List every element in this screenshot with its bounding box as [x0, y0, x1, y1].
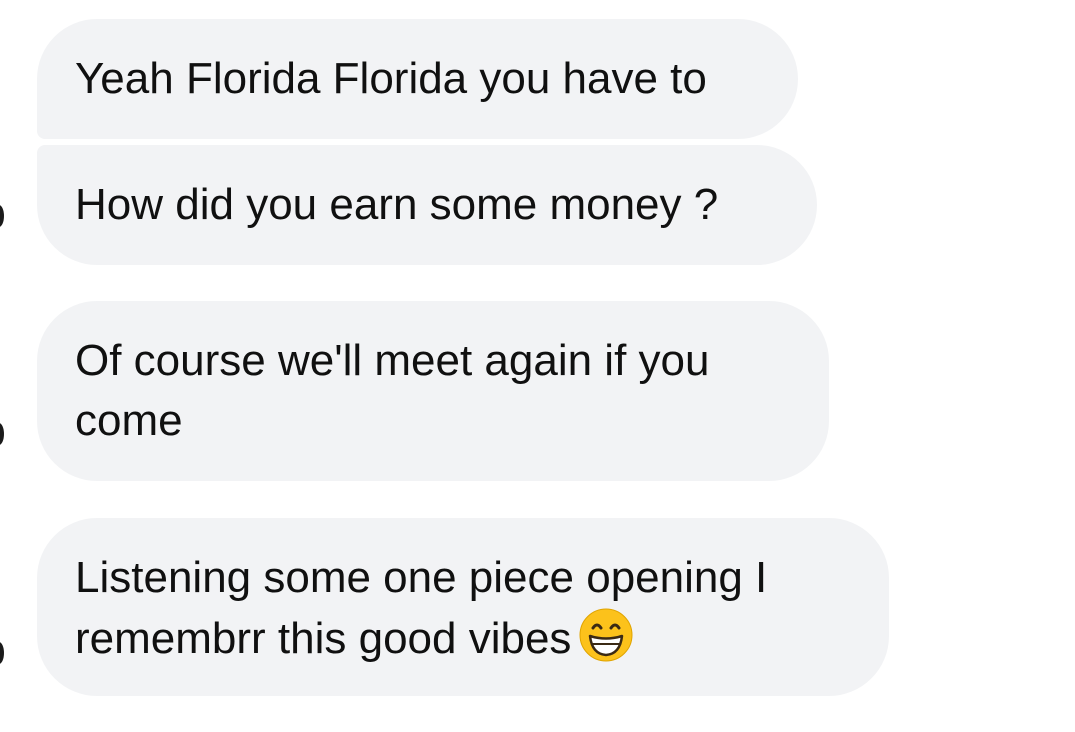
message-bubble[interactable]: Yeah Florida Florida you have to [37, 19, 798, 139]
avatar [0, 423, 4, 445]
message-text-line: Listening some one piece opening I [75, 553, 768, 602]
message-text-line-with-emoji: remembrr this good vibes [75, 608, 851, 669]
chat-thread: { "messages": [ { "text": "Yeah Florida … [0, 0, 1075, 732]
message-bubble[interactable]: Listening some one piece opening I remem… [37, 518, 889, 696]
message-text-line: remembrr this good vibes [75, 614, 572, 663]
message-text-line: Of course we'll meet again if you [75, 336, 710, 385]
avatar [0, 205, 4, 227]
avatar [0, 642, 4, 664]
message-text-line: come [75, 396, 183, 445]
message-text: Yeah Florida Florida you have to [75, 54, 707, 103]
grinning-face-with-smiling-eyes-icon [579, 608, 633, 662]
message-bubble[interactable]: Of course we'll meet again if you come [37, 301, 829, 481]
message-bubble[interactable]: How did you earn some money ? [37, 145, 817, 265]
message-text: How did you earn some money ? [75, 180, 719, 229]
